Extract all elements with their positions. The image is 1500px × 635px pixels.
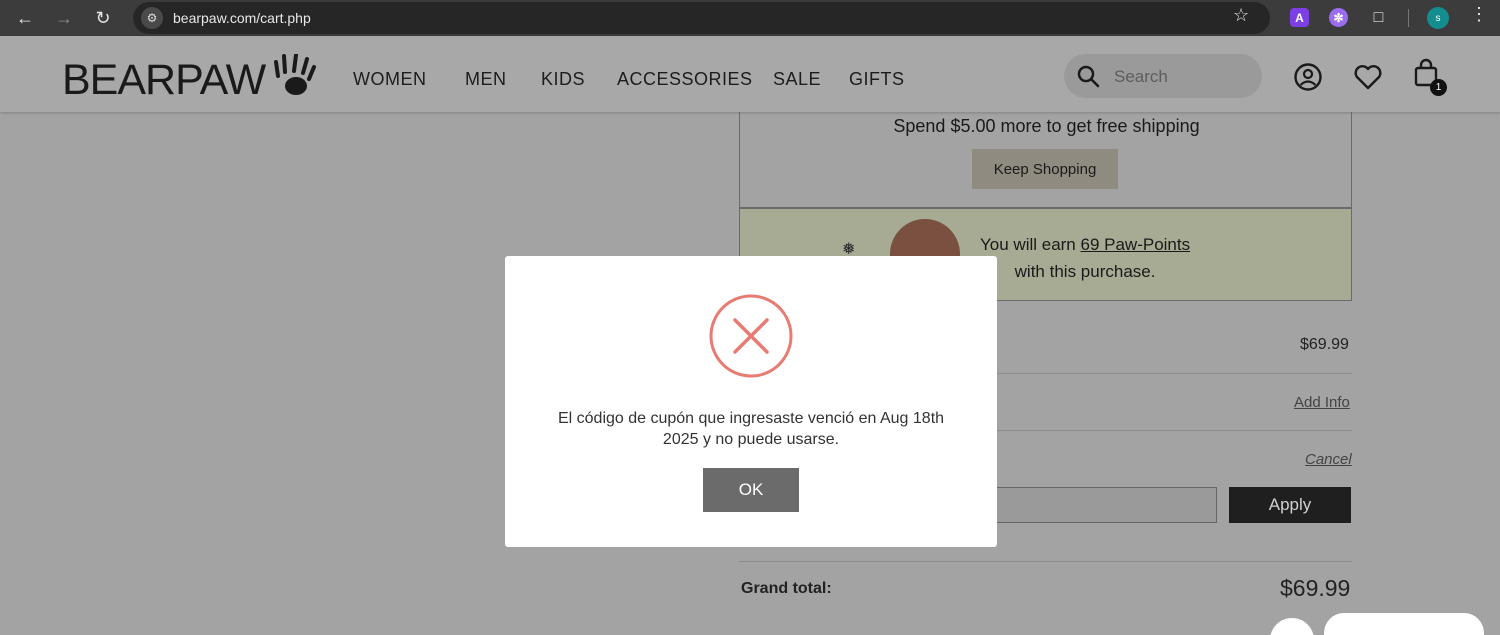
nav-men[interactable]: MEN xyxy=(465,69,507,90)
extension-swirl-icon[interactable]: ✼ xyxy=(1329,8,1348,27)
nav-kids[interactable]: KIDS xyxy=(541,69,585,90)
coupon-code-input[interactable] xyxy=(995,487,1217,523)
error-dialog: El código de cupón que ingresaste venció… xyxy=(505,256,997,547)
bearpaw-logo[interactable]: BEARPAW xyxy=(62,56,266,105)
browser-menu-icon[interactable]: ⋮ xyxy=(1470,4,1488,25)
back-arrow-icon[interactable]: ← xyxy=(12,5,38,31)
search-placeholder: Search xyxy=(1114,67,1168,86)
nav-women[interactable]: WOMEN xyxy=(353,69,427,90)
url-text[interactable]: bearpaw.com/cart.php xyxy=(173,10,311,26)
ok-button[interactable]: OK xyxy=(703,468,799,512)
search-input[interactable]: Search xyxy=(1064,54,1262,98)
profile-avatar[interactable]: s xyxy=(1427,7,1449,29)
free-shipping-message: Spend $5.00 more to get free shipping xyxy=(893,116,1200,136)
cancel-coupon-link[interactable]: Cancel xyxy=(1305,451,1352,468)
reload-icon[interactable]: ↻ xyxy=(90,5,116,31)
paw-points-message: You will earn 69 Paw-Points with this pu… xyxy=(980,231,1190,285)
add-info-link[interactable]: Add Info xyxy=(1294,394,1350,411)
nav-accessories[interactable]: ACCESSORIES xyxy=(617,69,753,90)
forward-arrow-icon[interactable]: → xyxy=(51,5,77,31)
nav-sale[interactable]: SALE xyxy=(773,69,821,90)
browser-toolbar: ← → ↻ ⚙ bearpaw.com/cart.php ☆ A ✼ □ s ⋮ xyxy=(0,0,1500,36)
bookmark-star-icon[interactable]: ☆ xyxy=(1233,5,1249,26)
paw-logo-icon xyxy=(274,54,316,95)
summary-divider xyxy=(739,561,1352,562)
grand-total-value: $69.99 xyxy=(1280,575,1351,601)
extension-a-icon[interactable]: A xyxy=(1290,8,1309,27)
grand-total-label: Grand total: xyxy=(741,580,832,597)
keep-shopping-button[interactable]: Keep Shopping xyxy=(972,149,1118,189)
extensions-puzzle-icon[interactable]: □ xyxy=(1369,8,1388,27)
cart-count-badge: 1 xyxy=(1430,79,1447,96)
chat-bubble[interactable] xyxy=(1324,613,1484,635)
chat-close-button[interactable] xyxy=(1270,618,1314,635)
search-icon xyxy=(1077,65,1100,88)
free-shipping-panel: Spend $5.00 more to get free shipping Ke… xyxy=(739,112,1352,208)
address-bar[interactable]: ⚙ bearpaw.com/cart.php xyxy=(133,2,1270,34)
error-x-circle-icon xyxy=(709,294,793,378)
site-info-icon[interactable]: ⚙ xyxy=(141,7,163,29)
wishlist-heart-icon[interactable] xyxy=(1353,62,1383,92)
subtotal-value: $69.99 xyxy=(1300,336,1349,353)
paw-points-link[interactable]: 69 Paw-Points xyxy=(1081,235,1191,254)
account-icon[interactable] xyxy=(1293,62,1323,92)
points-suffix: with this purchase. xyxy=(1014,262,1156,281)
apply-coupon-button[interactable]: Apply xyxy=(1229,487,1351,523)
error-message: El código de cupón que ingresaste venció… xyxy=(557,410,945,448)
nav-gifts[interactable]: GIFTS xyxy=(849,69,905,90)
site-header: BEARPAW WOMEN MEN KIDS ACCESSORIES SALE … xyxy=(0,36,1500,112)
points-prefix: You will earn xyxy=(980,235,1081,254)
toolbar-divider xyxy=(1408,9,1409,27)
